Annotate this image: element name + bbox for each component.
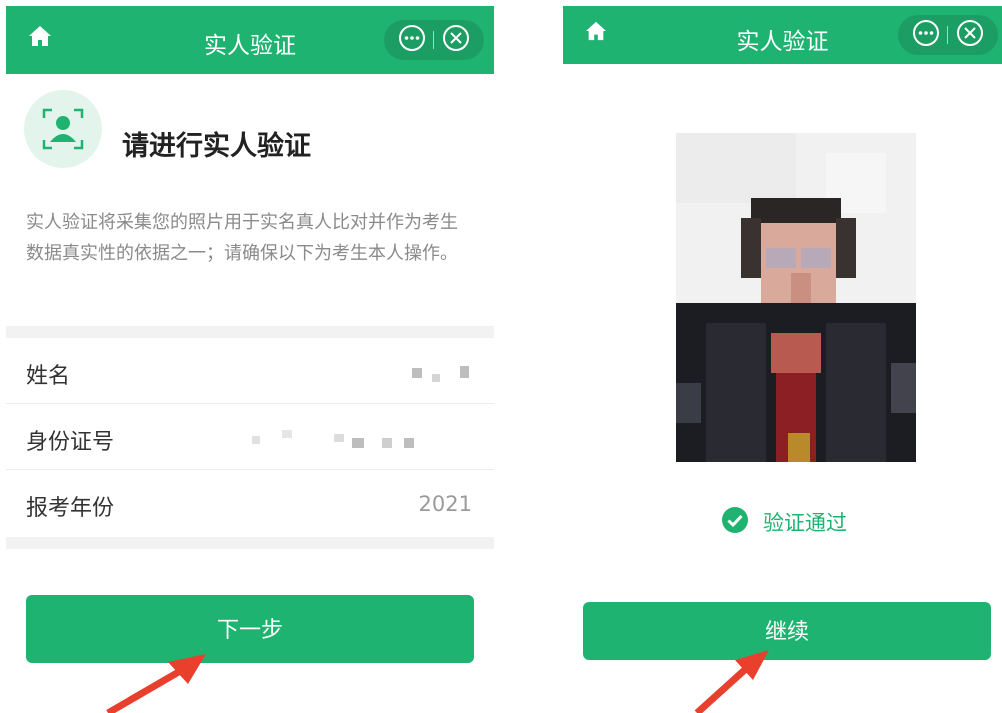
close-circle-icon[interactable] — [442, 24, 470, 56]
capsule-divider — [947, 26, 949, 44]
right-screen: 实人验证 验证通过 继续 — [563, 0, 1002, 713]
verification-status: 验证通过 — [721, 507, 847, 537]
status-text: 验证通过 — [763, 511, 847, 535]
red-arrow-annotation — [106, 654, 206, 713]
id-number-row: 身份证号 — [6, 404, 494, 470]
exam-year-value: 2021 — [418, 492, 472, 516]
nav-bar: 实人验证 — [6, 6, 494, 74]
name-row: 姓名 — [6, 338, 494, 404]
section-divider-bottom — [6, 537, 494, 549]
nav-bar: 实人验证 — [563, 6, 1002, 64]
left-screen: 实人验证 请进行实人验证 实人验证将采集您的照片用于实名真人比对并作为考生数据真… — [6, 0, 494, 713]
description-text: 实人验证将采集您的照片用于实名真人比对并作为考生数据真实性的依据之一；请确保以下… — [26, 212, 458, 264]
menu-capsule — [384, 20, 484, 60]
check-circle-icon — [721, 506, 749, 538]
name-label: 姓名 — [26, 364, 71, 389]
next-step-button[interactable]: 下一步 — [26, 595, 474, 663]
verify-heading: 请进行实人验证 — [122, 131, 311, 162]
name-value-redacted — [412, 360, 472, 384]
face-scan-icon — [24, 90, 102, 168]
exam-year-label: 报考年份 — [26, 496, 115, 521]
id-number-label: 身份证号 — [26, 430, 115, 455]
close-circle-icon[interactable] — [956, 19, 984, 51]
exam-year-row: 报考年份 2021 — [6, 470, 494, 536]
id-number-value-redacted — [252, 426, 472, 450]
verified-face-photo — [676, 133, 916, 462]
menu-capsule — [898, 15, 998, 55]
more-dots-icon[interactable] — [398, 24, 426, 56]
capsule-divider — [433, 31, 435, 49]
more-dots-icon[interactable] — [912, 19, 940, 51]
red-arrow-annotation — [694, 650, 769, 713]
section-divider — [6, 326, 494, 338]
